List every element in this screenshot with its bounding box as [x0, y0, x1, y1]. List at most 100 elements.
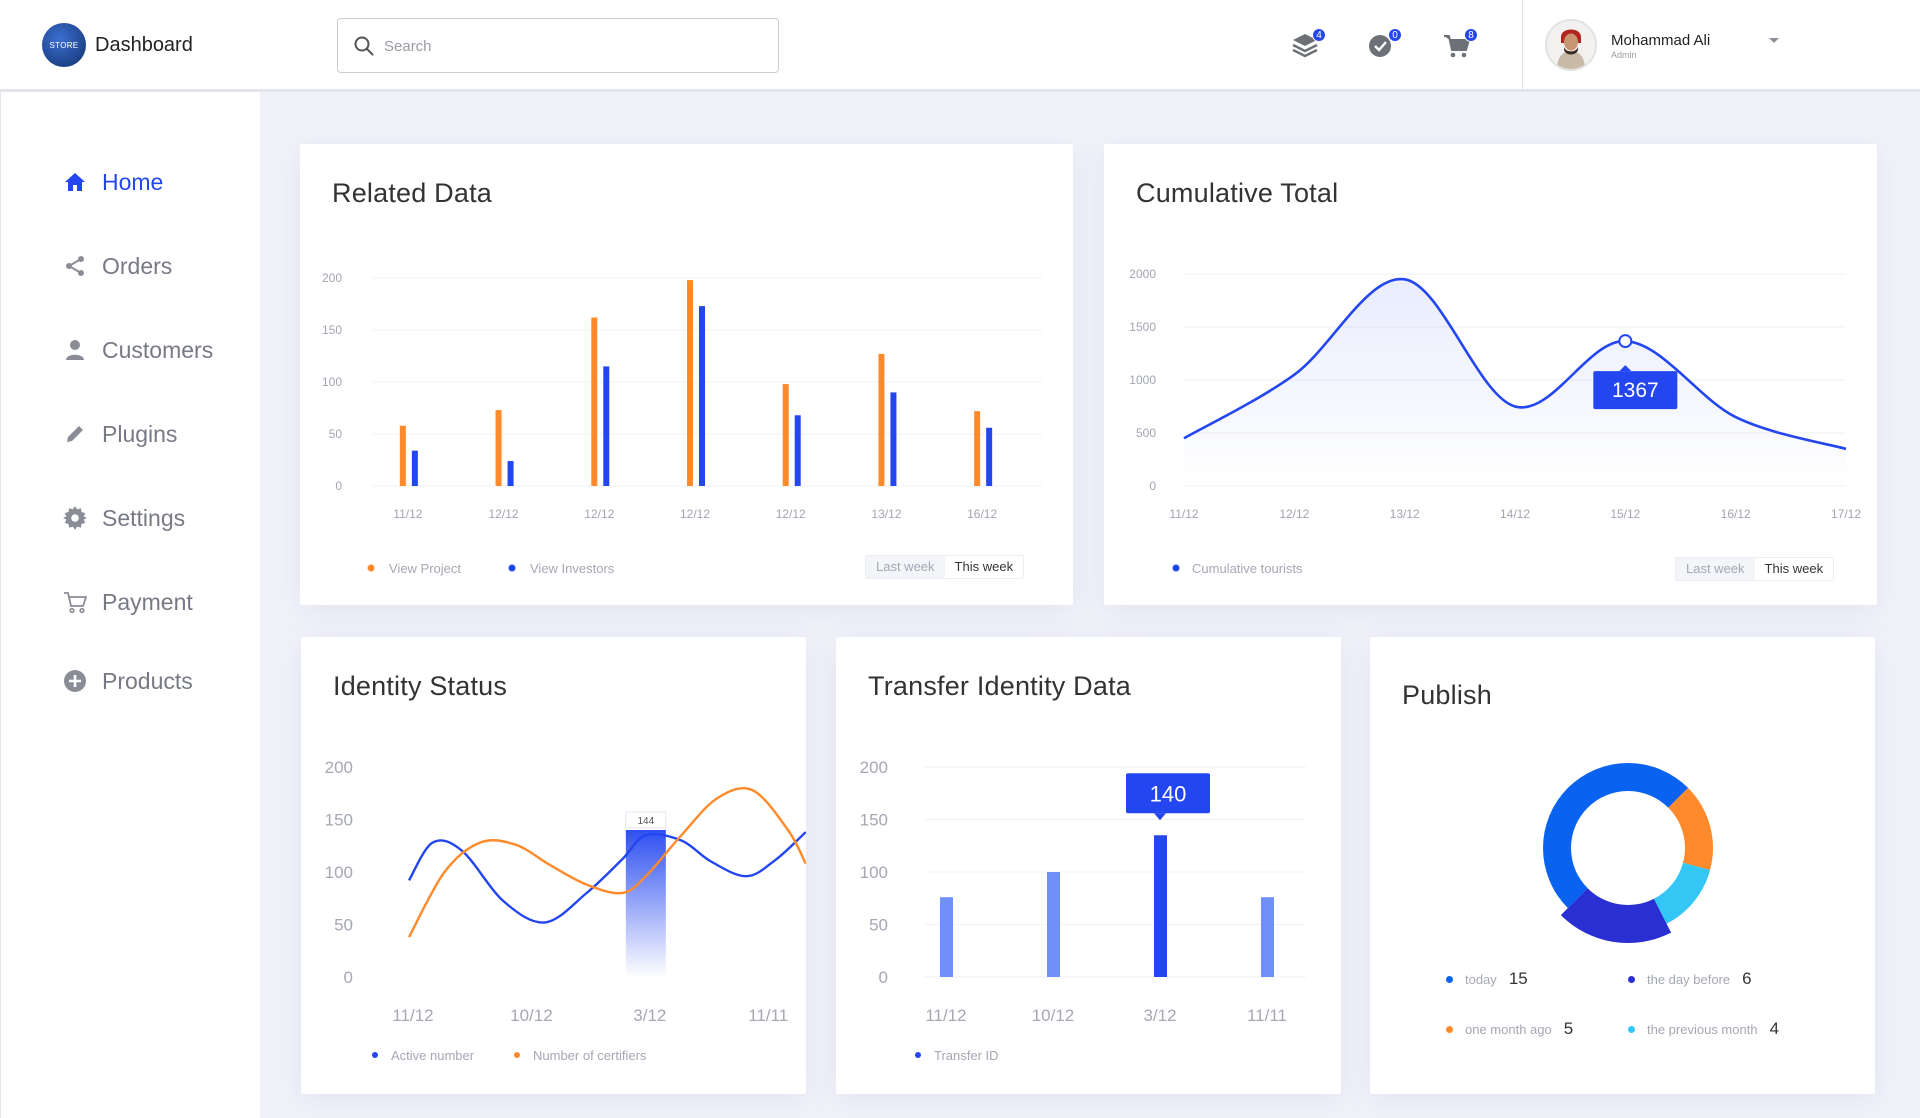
sidebar-item-payment[interactable]: Payment [61, 582, 193, 622]
related-data-card: Related Data 200 150 100 50 0 11/12 12/12 12/12… [300, 144, 1073, 605]
avatar[interactable] [1545, 19, 1597, 71]
user-role: Admin [1611, 50, 1637, 60]
week-toggle: Last week This week [1675, 557, 1835, 581]
bar [687, 280, 693, 486]
legend-today: today 15 [1446, 969, 1528, 989]
legend-label: Transfer ID [934, 1048, 999, 1063]
legend-label: today [1465, 971, 1497, 987]
sidebar-item-label: Settings [102, 504, 186, 531]
pencil-icon [61, 420, 89, 448]
sidebar-item-label: Home [102, 168, 164, 195]
x-tick-label: 16/12 [1721, 507, 1751, 521]
legend-label: one month ago [1465, 1021, 1552, 1037]
legend-label: the previous month [1647, 1021, 1758, 1037]
x-tick-label: 12/12 [1279, 507, 1309, 521]
legend-value: 5 [1563, 1019, 1574, 1038]
y-tick-label: 200 [322, 271, 342, 285]
bar [1047, 872, 1060, 977]
y-tick-label: 150 [860, 811, 888, 830]
sidebar-item-customers[interactable]: Customers [61, 330, 213, 370]
legend-label: Cumulative tourists [1192, 561, 1303, 576]
y-tick-label: 1500 [1129, 320, 1156, 334]
this-week-button[interactable]: This week [944, 556, 1024, 578]
logo-text: STORE [49, 40, 79, 50]
y-tick-label: 50 [329, 427, 343, 441]
sidebar-item-settings[interactable]: Settings [61, 498, 185, 538]
x-tick-label: 11/11 [748, 1006, 788, 1025]
cart-icon [61, 588, 89, 616]
y-tick-label: 50 [869, 916, 888, 935]
bar [591, 317, 598, 486]
sidebar-item-home[interactable]: Home [61, 162, 163, 202]
x-tick-label: 10/12 [510, 1006, 553, 1025]
home-icon [61, 168, 89, 196]
cumulative-total-card: Cumulative Total 2000 1500 1000 500 0 11/12 12… [1104, 144, 1877, 605]
bar [507, 461, 514, 486]
y-tick-label: 500 [1136, 426, 1156, 440]
bar [399, 425, 406, 486]
sidebar-item-orders[interactable]: Orders [61, 246, 172, 286]
bar [1261, 897, 1274, 977]
sidebar-item-label: Customers [102, 336, 214, 363]
last-week-button[interactable]: Last week [866, 556, 945, 578]
legend-value: 4 [1769, 1019, 1780, 1038]
transfer-identity-chart: 200 150 100 50 0 11/12 10/12 3/12 11/11 140 Transf… [860, 758, 1306, 1063]
legend-label: the day before [1647, 971, 1731, 987]
legend-dot [367, 564, 375, 572]
search-box [337, 18, 779, 73]
bar [699, 306, 705, 486]
bar [890, 392, 897, 486]
search-icon [354, 36, 374, 56]
chevron-down-icon[interactable] [1769, 38, 1779, 43]
layers-badge: 4 [1312, 28, 1326, 42]
sidebar-item-label: Payment [102, 588, 193, 615]
identity-status-card: Identity Status 200 150 100 50 0 11/12 10/12 3/… [301, 637, 806, 1094]
legend-dot [1446, 1025, 1453, 1033]
this-week-button[interactable]: This week [1754, 558, 1834, 580]
x-tick-label: 15/12 [1610, 507, 1640, 521]
legend-label: View Project [389, 561, 461, 576]
y-tick-label: 150 [325, 811, 353, 830]
gear-icon [61, 504, 89, 532]
last-week-button[interactable]: Last week [1676, 558, 1755, 580]
app-title: Dashboard [95, 34, 193, 56]
x-tick-label: 12/12 [489, 507, 519, 521]
x-tick-label: 11/12 [393, 507, 422, 521]
bar [878, 353, 885, 486]
sidebar-item-plugins[interactable]: Plugins [61, 414, 177, 454]
tooltip-value: 144 [637, 816, 654, 827]
highlight-point [1618, 334, 1633, 349]
x-tick-label: 11/12 [925, 1006, 966, 1025]
legend-one-month-ago: one month ago 5 [1446, 1019, 1573, 1039]
layers-icon[interactable]: 4 [1290, 28, 1326, 64]
cart-icon[interactable]: 8 [1442, 28, 1478, 64]
y-tick-label: 100 [860, 863, 888, 882]
legend-label: Active number [391, 1048, 475, 1063]
series-line [407, 831, 806, 924]
x-tick-label: 12/12 [680, 507, 710, 521]
bar [986, 427, 993, 486]
search-input[interactable] [384, 29, 764, 63]
x-tick-label: 13/12 [871, 507, 901, 521]
legend-previous-month: the previous month 4 [1628, 1019, 1779, 1039]
y-tick-label: 0 [879, 968, 888, 987]
check-circle-icon[interactable]: 0 [1366, 28, 1402, 64]
legend-dot [508, 564, 516, 572]
x-tick-label: 3/12 [1143, 1006, 1176, 1025]
legend-dot [1446, 975, 1453, 983]
legend-label: View Investors [530, 561, 615, 576]
cumulative-total-chart: 2000 1500 1000 500 0 11/12 12/12 13/12 14/12 15/1… [1129, 267, 1861, 576]
user-icon [61, 336, 89, 364]
x-tick-label: 10/12 [1032, 1006, 1075, 1025]
bar [782, 384, 789, 486]
y-tick-label: 100 [325, 863, 353, 882]
x-tick-label: 16/12 [967, 507, 997, 521]
legend-value: 6 [1742, 969, 1752, 988]
legend-dot [1628, 975, 1635, 983]
x-tick-label: 12/12 [584, 507, 614, 521]
cart-badge: 8 [1464, 28, 1478, 42]
y-tick-label: 150 [322, 323, 342, 337]
x-tick-label: 12/12 [776, 507, 806, 521]
sidebar-item-products[interactable]: Products [61, 661, 193, 701]
logo[interactable]: STORE [42, 23, 86, 67]
